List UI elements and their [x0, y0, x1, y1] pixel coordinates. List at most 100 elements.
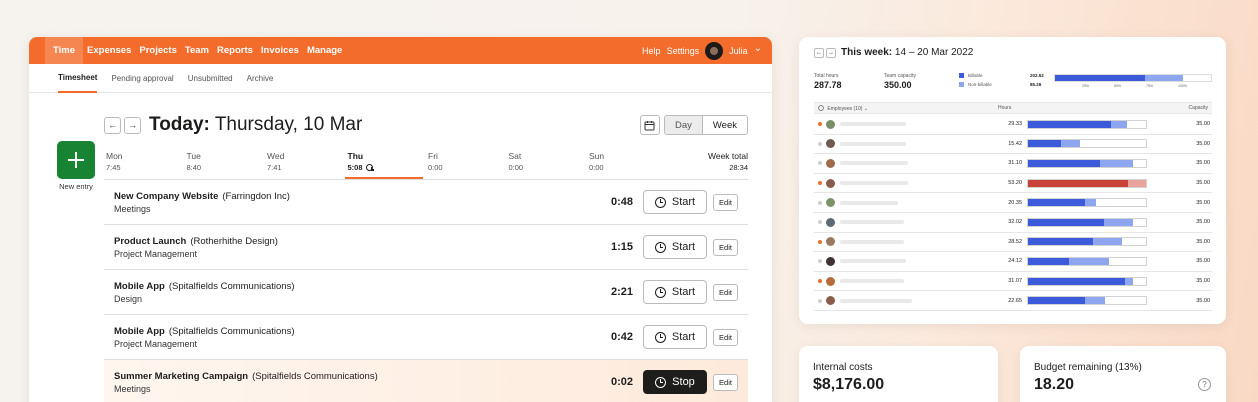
- subnav-unsubmitted[interactable]: Unsubmitted: [188, 64, 233, 93]
- employee-row[interactable]: 53.20 35.00: [814, 174, 1212, 194]
- nav-tab-expenses[interactable]: Expenses: [83, 37, 135, 64]
- employee-row[interactable]: 28.52 35.00: [814, 233, 1212, 253]
- nonbillable-segment: [1061, 140, 1080, 148]
- user-name[interactable]: Julia: [729, 46, 748, 56]
- user-avatar[interactable]: [705, 41, 724, 60]
- day-total: 7:45: [106, 163, 187, 172]
- employee-row[interactable]: 24.12 35.00: [814, 252, 1212, 272]
- avatar: [826, 217, 835, 227]
- avatar: [826, 158, 835, 168]
- day-wed[interactable]: Wed 7:41: [267, 151, 348, 179]
- calendar-button[interactable]: [639, 115, 660, 135]
- nav-tab-reports[interactable]: Reports: [213, 37, 257, 64]
- report-next-button[interactable]: →: [826, 47, 836, 58]
- edit-entry-button[interactable]: Edit: [713, 328, 738, 346]
- nav-tab-projects[interactable]: Projects: [135, 37, 181, 64]
- week-view-button[interactable]: Week: [703, 116, 747, 134]
- next-day-button[interactable]: →: [124, 116, 141, 134]
- employee-row[interactable]: 15.42 35.00: [814, 135, 1212, 155]
- employees-table-header: Employees (10) ⌄ Hours Capacity: [814, 102, 1212, 114]
- employees-column-label: Employees (10): [827, 105, 863, 112]
- report-prev-button[interactable]: ←: [814, 47, 824, 58]
- employee-row[interactable]: 22.65 35.00: [814, 291, 1212, 311]
- legend-billable-label: Billable: [968, 73, 983, 78]
- employee-row[interactable]: 31.07 35.00: [814, 272, 1212, 292]
- nav-tab-team[interactable]: Team: [181, 37, 213, 64]
- employee-name-placeholder: [840, 279, 904, 284]
- status-dot: [818, 181, 822, 186]
- entry-duration: 0:42: [610, 331, 633, 343]
- clock-icon: [655, 376, 667, 388]
- time-entry-row: Product Launch (Rotherhithe Design) Projec…: [104, 225, 748, 270]
- employee-row[interactable]: 31.10 35.00: [814, 154, 1212, 174]
- day-sun[interactable]: Sun 0:00: [589, 151, 670, 179]
- day-mon[interactable]: Mon 7:45: [106, 151, 187, 179]
- subnav-timesheet[interactable]: Timesheet: [58, 64, 98, 93]
- start-timer-button[interactable]: Start: [643, 190, 707, 214]
- hours-column: Hours: [998, 105, 1012, 111]
- day-total: 0:00: [509, 163, 590, 172]
- employee-capacity: 35.00: [1196, 278, 1210, 285]
- nav-tab-invoices[interactable]: Invoices: [257, 37, 303, 64]
- employee-row[interactable]: 32.02 35.00: [814, 213, 1212, 233]
- day-name: Tue: [186, 151, 201, 161]
- internal-costs-label: Internal costs: [813, 362, 873, 373]
- employee-capacity: 35.00: [1196, 160, 1210, 167]
- billable-segment: [1028, 218, 1104, 226]
- nonbillable-segment: [1084, 297, 1105, 305]
- edit-entry-button[interactable]: Edit: [713, 283, 738, 301]
- clock-icon: [654, 241, 666, 253]
- capacity-bar: [1027, 139, 1147, 149]
- nonbillable-segment: [1103, 218, 1134, 226]
- start-timer-button[interactable]: Start: [643, 235, 707, 259]
- over-capacity-segment: [1128, 179, 1146, 187]
- day-fri[interactable]: Fri 0:00: [428, 151, 509, 179]
- stop-timer-button[interactable]: Stop: [643, 370, 707, 394]
- employee-row[interactable]: 29.33 35.00: [814, 115, 1212, 135]
- capacity-bar: [1027, 237, 1147, 247]
- employee-capacity: 35.00: [1196, 238, 1210, 245]
- report-legend: Billable Non-billable: [959, 73, 1029, 93]
- subnav-archive[interactable]: Archive: [247, 64, 274, 93]
- plus-icon: [68, 152, 84, 168]
- day-sat[interactable]: Sat 0:00: [509, 151, 590, 179]
- chevron-down-icon[interactable]: ⌄: [754, 43, 762, 54]
- employee-hours: 15.42: [1008, 140, 1022, 147]
- start-timer-button[interactable]: Start: [643, 325, 707, 349]
- legend-values: 202.52 85.26: [1030, 73, 1050, 93]
- day-tue[interactable]: Tue 8:40: [187, 151, 268, 179]
- help-link[interactable]: Help: [642, 46, 661, 56]
- edit-entry-button[interactable]: Edit: [713, 193, 738, 211]
- day-view-button[interactable]: Day: [664, 116, 703, 134]
- employee-hours: 22.65: [1008, 297, 1022, 304]
- nav-tab-manage[interactable]: Manage: [303, 37, 346, 64]
- timer-button-label: Start: [671, 286, 696, 298]
- nav-tab-time[interactable]: Time: [45, 37, 84, 64]
- project-name: Mobile App: [114, 280, 165, 292]
- day-thu[interactable]: Thu 5:08: [344, 151, 429, 179]
- nonbillable-value: 85.26: [1030, 82, 1042, 87]
- day-total-value: 0:00: [589, 163, 604, 172]
- internal-costs-card: Internal costs $8,176.00: [799, 346, 998, 402]
- edit-entry-button[interactable]: Edit: [713, 373, 738, 391]
- new-entry-button[interactable]: [57, 141, 95, 179]
- settings-link[interactable]: Settings: [667, 46, 700, 56]
- employee-row[interactable]: 20.35 35.00: [814, 193, 1212, 213]
- employee-hours: 29.33: [1008, 121, 1022, 128]
- summary-tick: 50%: [1114, 84, 1122, 88]
- billable-value: 202.52: [1030, 73, 1044, 78]
- entry-info: Summer Marketing Campaign (Spitalfields C…: [114, 371, 601, 394]
- avatar: [826, 119, 835, 129]
- billable-segment: [1028, 297, 1085, 305]
- entry-project: New Company Website (Farringdon Inc): [114, 191, 601, 202]
- subnav-pending-approval[interactable]: Pending approval: [111, 64, 173, 93]
- help-icon[interactable]: ?: [1198, 378, 1211, 391]
- billable-segment: [1028, 199, 1085, 207]
- prev-day-button[interactable]: ←: [104, 116, 121, 134]
- start-timer-button[interactable]: Start: [643, 280, 707, 304]
- employees-column[interactable]: Employees (10) ⌄: [818, 104, 998, 112]
- report-title-label: This week:: [841, 47, 893, 58]
- day-total-value: 7:45: [106, 163, 121, 172]
- task-name: Project Management: [114, 338, 198, 349]
- edit-entry-button[interactable]: Edit: [713, 238, 738, 256]
